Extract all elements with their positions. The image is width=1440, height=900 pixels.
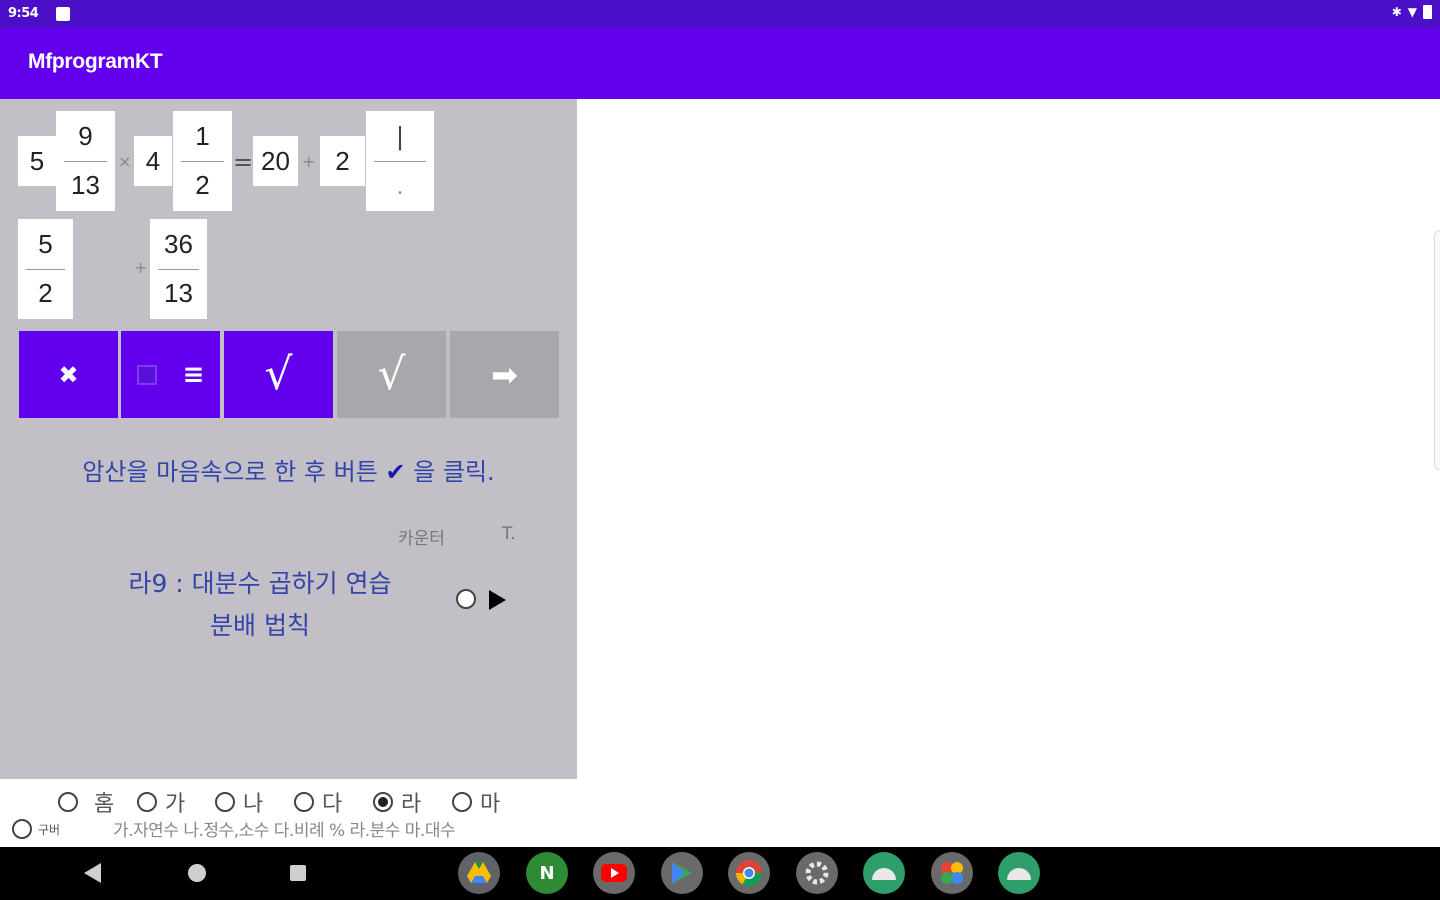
result-whole-input[interactable]: 20 [253, 136, 298, 186]
status-bar: 9:54 ✱ ▼ [0, 0, 1440, 28]
fraction-2: 1 2 [173, 111, 232, 211]
home-icon[interactable] [188, 864, 206, 882]
old-version-label: 구버 [38, 822, 61, 837]
whole-number-1: 5 [18, 136, 56, 186]
radio-button[interactable] [294, 792, 314, 812]
instruction-text: 암산을 마음속으로 한 후 버튼 ✔ 을 클릭. [0, 452, 577, 487]
fraction-3: 5 2 [18, 219, 73, 319]
category-label: 마 [480, 792, 501, 817]
t-label: T. [502, 524, 516, 544]
notification-icon [56, 7, 70, 21]
category-label: 가 [165, 792, 186, 817]
radio-button[interactable] [137, 792, 157, 812]
result-denominator-input[interactable]: . [366, 170, 434, 201]
category-option-ra[interactable]: 라 [373, 786, 421, 818]
navigation-bar: N [0, 847, 1440, 900]
old-version-option[interactable]: 구버 [12, 819, 60, 839]
arrow-right-icon: ➡ [491, 355, 518, 394]
fraction-4-denominator: 13 [164, 278, 193, 308]
play-icon[interactable] [489, 590, 506, 610]
lesson-title-line1: 라9 : 대분수 곱하기 연습 [128, 569, 392, 598]
fraction-bar [181, 161, 224, 162]
wifi-icon: ▼ [1407, 5, 1417, 19]
category-legend: 가.자연수 나.정수,소수 다.비례 % 라.분수 마.대수 [113, 821, 456, 841]
fraction-1-denominator: 13 [71, 170, 100, 200]
fraction-2-numerator: 1 [195, 121, 210, 151]
recents-icon[interactable] [290, 865, 306, 881]
menu-icon: ≡ [182, 359, 205, 390]
fraction-3-numerator: 5 [38, 229, 53, 259]
fraction-4-numerator: 36 [164, 229, 193, 259]
play-store-icon[interactable] [661, 852, 703, 894]
lesson-title-line2: 분배 법칙 [210, 611, 310, 640]
lesson-title: 라9 : 대분수 곱하기 연습 분배 법칙 [70, 563, 450, 647]
category-option-home[interactable]: 홈 [58, 786, 114, 818]
plus-operator: + [302, 152, 316, 171]
menu-button[interactable]: ≡ [121, 331, 220, 418]
category-option-na[interactable]: 나 [215, 786, 263, 818]
radio-button[interactable] [12, 819, 32, 839]
n-app-icon[interactable]: N [526, 852, 568, 894]
radio-button-selected[interactable] [373, 792, 393, 812]
fraction-bar [64, 161, 107, 162]
app-title: MfprogramKT [28, 50, 163, 73]
check-icon: √ [377, 349, 406, 400]
status-time: 9:54 [8, 6, 39, 21]
category-label: 홈 [94, 792, 115, 817]
check-mark-icon: ✔ [385, 458, 406, 486]
result-whole-input-2[interactable]: 2 [320, 136, 365, 186]
chrome-icon[interactable] [728, 852, 770, 894]
status-icons: ✱ ▼ [1392, 5, 1432, 19]
close-icon: ✖ [58, 360, 79, 389]
fraction-3-denominator: 2 [38, 278, 53, 308]
whole-number-2: 4 [134, 136, 172, 186]
battery-icon [1423, 5, 1432, 19]
edge-panel-handle[interactable] [1434, 230, 1440, 470]
settings-icon[interactable] [796, 852, 838, 894]
check-button[interactable]: √ [224, 331, 333, 418]
category-label: 나 [243, 792, 264, 817]
category-option-da[interactable]: 다 [294, 786, 342, 818]
counter-label: 카운터 [398, 529, 445, 549]
app-bar: MfprogramKT [0, 28, 1440, 99]
radio-button[interactable] [58, 792, 78, 812]
times-operator: × [118, 152, 132, 171]
result-fraction-input[interactable]: | . [366, 111, 434, 211]
clear-button[interactable]: ✖ [19, 331, 118, 418]
back-icon[interactable] [84, 863, 101, 883]
auto-play-radio[interactable] [456, 589, 476, 609]
fraction-2-denominator: 2 [195, 170, 210, 200]
instruction-text-part2: 을 클릭. [413, 458, 495, 486]
fraction-bar [158, 269, 199, 270]
check-answer-button[interactable]: √ [337, 331, 446, 418]
fraction-bar [374, 161, 426, 162]
drive-icon[interactable] [458, 852, 500, 894]
category-option-ma[interactable]: 마 [452, 786, 500, 818]
result-numerator-input[interactable]: | [366, 121, 434, 152]
checkbox-icon [136, 364, 157, 385]
equals-operator: = [233, 148, 254, 176]
android-app-icon-1[interactable] [863, 852, 905, 894]
photos-icon[interactable] [931, 852, 973, 894]
category-label: 다 [322, 792, 343, 817]
next-button[interactable]: ➡ [450, 331, 559, 418]
fraction-bar [26, 269, 65, 270]
fraction-1: 9 13 [56, 111, 115, 211]
category-option-ga[interactable]: 가 [137, 786, 185, 818]
fraction-4: 36 13 [150, 219, 207, 319]
radio-button[interactable] [215, 792, 235, 812]
fraction-1-numerator: 9 [78, 121, 93, 151]
android-app-icon-2[interactable] [998, 852, 1040, 894]
plus-operator-2: + [134, 258, 148, 277]
instruction-text-part1: 암산을 마음속으로 한 후 버튼 [82, 458, 378, 486]
bluetooth-icon: ✱ [1391, 5, 1402, 19]
youtube-icon[interactable] [593, 852, 635, 894]
radio-button[interactable] [452, 792, 472, 812]
check-icon: √ [264, 349, 293, 400]
category-label: 라 [401, 792, 422, 817]
